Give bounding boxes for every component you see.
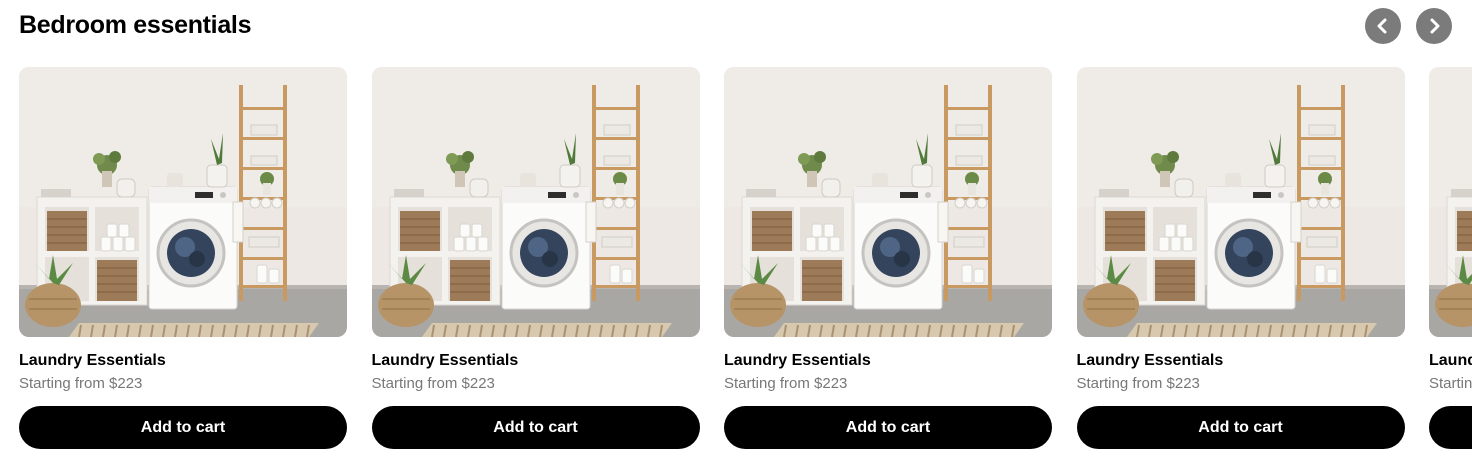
section-title: Bedroom essentials <box>19 11 252 39</box>
add-to-cart-button[interactable]: Add to cart <box>724 406 1052 449</box>
product-image[interactable] <box>1076 67 1405 337</box>
product-name[interactable]: Laundry Essentials <box>19 351 166 371</box>
add-to-cart-button[interactable]: Add to cart <box>1076 406 1405 449</box>
product-name[interactable]: Laundry Essentials <box>372 351 519 371</box>
add-to-cart-button[interactable]: Add to cart <box>19 406 347 449</box>
product-price: Starting from $223 <box>1429 375 1472 392</box>
carousel-next-button[interactable] <box>1416 8 1452 44</box>
chevron-left-icon <box>1377 18 1387 34</box>
product-price: Starting from $223 <box>371 375 495 392</box>
laundry-room-photo <box>724 67 1052 337</box>
product-carousel: Laundry Essentials Starting from $223 Ad… <box>19 67 1472 457</box>
chevron-right-icon <box>1430 18 1440 34</box>
product-card[interactable]: Laundry Essentials Starting from $223 Ad… <box>371 67 700 457</box>
add-to-cart-button[interactable]: Add to cart <box>371 406 700 449</box>
product-price: Starting from $223 <box>1076 375 1200 392</box>
product-name[interactable]: Laundry Essentials <box>1429 351 1472 371</box>
laundry-room-photo <box>371 67 700 337</box>
laundry-room-photo <box>19 67 347 337</box>
product-name[interactable]: Laundry Essentials <box>1077 351 1224 371</box>
product-image[interactable] <box>724 67 1052 337</box>
carousel-prev-button[interactable] <box>1365 8 1401 44</box>
product-card[interactable]: Laundry Essentials Starting from $223 Ad… <box>1076 67 1405 457</box>
laundry-room-photo <box>1429 67 1472 337</box>
product-image[interactable] <box>371 67 700 337</box>
product-card[interactable]: Laundry Essentials Starting from $223 Ad… <box>1429 67 1472 457</box>
product-name[interactable]: Laundry Essentials <box>724 351 871 371</box>
product-image[interactable] <box>1429 67 1472 337</box>
laundry-room-photo <box>1076 67 1405 337</box>
product-card[interactable]: Laundry Essentials Starting from $223 Ad… <box>724 67 1052 457</box>
product-card[interactable]: Laundry Essentials Starting from $223 Ad… <box>19 67 347 457</box>
product-price: Starting from $223 <box>724 375 848 392</box>
product-image[interactable] <box>19 67 347 337</box>
product-price: Starting from $223 <box>19 375 143 392</box>
add-to-cart-button[interactable]: Add to cart <box>1429 406 1472 449</box>
